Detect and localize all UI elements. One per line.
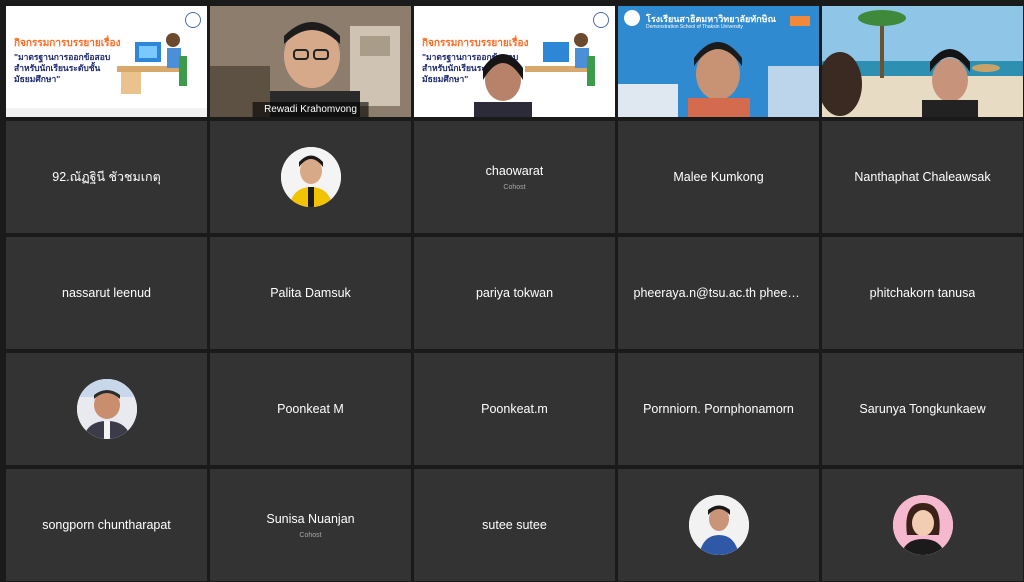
participant-name: songporn chuntharapat [42, 518, 171, 532]
participant-avatar [280, 147, 341, 207]
participant-tile[interactable] [618, 469, 819, 581]
participant-tile[interactable]: Pornniorn. Pornphonamorn [618, 353, 819, 465]
avatar-man-suit-icon [76, 379, 137, 439]
presentation-poster: กิจกรรมการบรรยายเรื่อง "มาตรฐานการออกข้อ… [6, 6, 207, 117]
participant-name: pheeraya.n@tsu.ac.th pheeraya.n@tsu.ac.t… [633, 286, 804, 300]
gallery-view: กิจกรรมการบรรยายเรื่อง "มาตรฐานการออกข้อ… [0, 0, 1024, 582]
participant-name: chaowarat [485, 163, 544, 178]
participant-tile[interactable]: Poonkeat.m [414, 353, 615, 465]
participant-tile[interactable]: Sarunya Tongkunkaew [822, 353, 1023, 465]
participant-tile[interactable]: Palita Damsuk [210, 237, 411, 349]
cohost-label: Cohost [503, 183, 526, 191]
participant-name: Pornniorn. Pornphonamorn [643, 402, 794, 416]
participant-avatar [76, 379, 137, 439]
cohost-label: Cohost [299, 531, 322, 539]
participant-tile-active-speaker[interactable]: Rewadi Krahomvong [210, 6, 411, 117]
participant-avatar [892, 495, 953, 555]
participant-tile[interactable] [210, 121, 411, 233]
desk-illustration-icon [525, 33, 595, 86]
school-virtual-background: โรงเรียนสาธิตมหาวิทยาลัยทักษิณ Demonstra… [618, 6, 819, 117]
participant-tile-video-1[interactable]: กิจกรรมการบรรยายเรื่อง "มาตรฐานการออกข้อ… [6, 6, 207, 117]
beach-background-art [822, 6, 1023, 117]
participant-name: Malee Kumkong [673, 170, 764, 184]
participant-tile[interactable]: Malee Kumkong [618, 121, 819, 233]
participant-tile[interactable]: Sunisa Nuanjan Cohost [210, 469, 411, 581]
participant-name: nassarut leenud [62, 286, 151, 300]
participant-name: Nanthaphat Chaleawsak [854, 170, 991, 184]
avatar-man-blue-icon [688, 495, 749, 555]
participant-tile-video-3[interactable]: กิจกรรมการบรรยายเรื่อง "มาตรฐานการออกข้อ… [414, 6, 615, 117]
desk-illustration-icon [117, 33, 187, 94]
participant-name: phitchakorn tanusa [869, 286, 976, 300]
beach-virtual-background [822, 6, 1023, 117]
participant-tile[interactable]: Poonkeat M [210, 353, 411, 465]
participant-name-tag: Rewadi Krahomvong [252, 102, 369, 117]
avatar-woman-icon [892, 495, 953, 555]
participant-name: Poonkeat.m [481, 402, 548, 416]
participant-tile[interactable]: pheeraya.n@tsu.ac.th pheeraya.n@tsu.ac.t… [618, 237, 819, 349]
participant-tile[interactable]: 92.ณัฏฐินี ชัวชมเกตุ [6, 121, 207, 233]
participant-tile[interactable] [6, 353, 207, 465]
school-subtitle: Demonstration School of Thaksin Universi… [646, 24, 743, 30]
participant-name: Poonkeat M [277, 402, 344, 416]
participant-tile[interactable]: Nanthaphat Chaleawsak [822, 121, 1023, 233]
participant-name: sutee sutee [482, 518, 547, 532]
participant-name: Sarunya Tongkunkaew [859, 402, 986, 416]
poster-body: "มาตรฐานการออกข้อสอบ สำหรับนักเรียนระดับ… [14, 52, 111, 84]
participant-name: Palita Damsuk [270, 286, 351, 300]
poster-footer [6, 108, 207, 117]
avatar-man-yellow-icon [280, 147, 341, 207]
participant-tile[interactable] [822, 469, 1023, 581]
participant-tile-video-4[interactable]: โรงเรียนสาธิตมหาวิทยาลัยทักษิณ Demonstra… [618, 6, 819, 117]
participant-tile[interactable]: pariya tokwan [414, 237, 615, 349]
speaker-video-frame [210, 6, 411, 117]
participant-tile[interactable]: chaowarat Cohost [414, 121, 615, 233]
participant-avatar [688, 495, 749, 555]
participant-name: Sunisa Nuanjan [266, 511, 355, 526]
participant-tile[interactable]: nassarut leenud [6, 237, 207, 349]
participant-tile-video-5[interactable] [822, 6, 1023, 117]
participant-tile[interactable]: sutee sutee [414, 469, 615, 581]
presentation-poster: กิจกรรมการบรรยายเรื่อง "มาตรฐานการออกข้อ… [414, 6, 615, 117]
participant-tile[interactable]: songporn chuntharapat [6, 469, 207, 581]
poster-title: กิจกรรมการบรรยายเรื่อง [14, 38, 121, 49]
participant-name: pariya tokwan [475, 286, 554, 300]
participant-tile[interactable]: phitchakorn tanusa [822, 237, 1023, 349]
speaker-video [210, 6, 411, 117]
participant-name: 92.ณัฏฐินี ชัวชมเกตุ [52, 170, 161, 184]
